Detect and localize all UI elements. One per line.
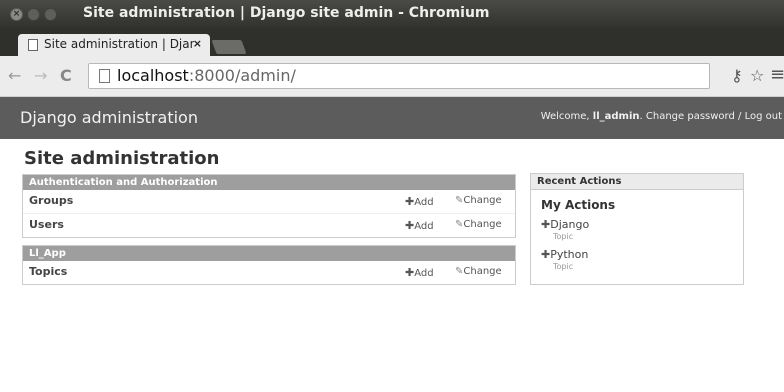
page-icon [99,69,110,83]
plus-icon: ✚ [541,248,551,261]
change-password-link[interactable]: Change password [646,111,735,122]
recent-action-name: Django [550,218,590,231]
tab-strip: Site administration | Django site admin … [0,30,784,56]
recent-actions-caption: Recent Actions [531,174,743,190]
plus-icon: ✚ [405,266,415,279]
recent-action-item[interactable]: ✚Django Topic [541,218,589,241]
star-icon[interactable]: ☆ [750,66,764,85]
key-icon[interactable]: ⚷ [731,66,743,85]
plus-icon: ✚ [405,195,415,208]
module-caption[interactable]: Authentication and Authorization [23,175,515,190]
module-auth: Authentication and Authorization Groups … [22,174,516,238]
model-link-topics[interactable]: Topics [29,265,67,278]
username: ll_admin [592,111,640,122]
menu-icon[interactable]: ≡ [770,64,784,85]
add-link[interactable]: ✚Add [405,195,434,208]
page-title: Site administration [24,148,220,169]
url-host: localhost [117,66,189,85]
table-row: Groups ✚Add ✎Change [23,190,515,214]
recent-action-type: Topic [553,262,574,271]
page-icon [28,39,38,51]
change-label: Change [463,219,502,230]
user-tools-separator: / [734,111,745,122]
welcome-text: Welcome, [540,111,593,122]
recent-action-item[interactable]: ✚Python Topic [541,248,588,271]
add-link[interactable]: ✚Add [405,266,434,279]
address-bar[interactable]: localhost:8000/admin/ [88,63,710,89]
change-link[interactable]: ✎Change [455,195,502,206]
url-path: :8000/admin/ [188,66,296,85]
forward-icon[interactable]: → [34,66,47,85]
browser-tab[interactable]: Site administration | Django site admin … [18,34,210,56]
change-label: Change [463,195,502,206]
tab-close-button[interactable]: × [193,37,202,50]
tab-title: Site administration | Django site admin [44,37,194,51]
back-icon[interactable]: ← [8,66,21,85]
new-tab-button[interactable] [211,40,247,54]
my-actions-heading: My Actions [541,198,616,212]
window-titlebar: × Site administration | Django site admi… [0,0,784,30]
logout-link[interactable]: Log out [745,111,782,122]
window-close-button[interactable]: × [10,8,23,21]
change-link[interactable]: ✎Change [455,266,502,277]
close-icon: × [12,9,21,19]
module-caption[interactable]: Ll_App [23,246,515,261]
model-link-groups[interactable]: Groups [29,194,73,207]
change-link[interactable]: ✎Change [455,219,502,230]
user-tools: Welcome, ll_admin. Change password / Log… [541,111,782,122]
recent-actions-panel: Recent Actions My Actions ✚Django Topic … [530,173,744,285]
window-title: Site administration | Django site admin … [83,5,490,21]
add-label: Add [414,268,434,279]
url-text[interactable]: localhost:8000/admin/ [117,66,296,85]
plus-icon: ✚ [541,218,551,231]
model-link-users[interactable]: Users [29,218,64,231]
window-minimize-button[interactable] [27,8,40,21]
change-label: Change [463,266,502,277]
recent-action-type: Topic [553,232,574,241]
table-row: Users ✚Add ✎Change [23,214,515,237]
recent-action-name: Python [550,248,589,261]
reload-icon[interactable]: C [60,66,72,85]
browser-toolbar: ← → C localhost:8000/admin/ ⚷ ☆ ≡ [0,56,784,97]
window-maximize-button[interactable] [44,8,57,21]
add-label: Add [414,197,434,208]
add-link[interactable]: ✚Add [405,219,434,232]
site-brand[interactable]: Django administration [20,108,198,127]
module-app: Ll_App Topics ✚Add ✎Change [22,245,516,285]
django-header: Django administration Welcome, ll_admin.… [0,97,784,139]
plus-icon: ✚ [405,219,415,232]
table-row: Topics ✚Add ✎Change [23,261,515,284]
add-label: Add [414,221,434,232]
